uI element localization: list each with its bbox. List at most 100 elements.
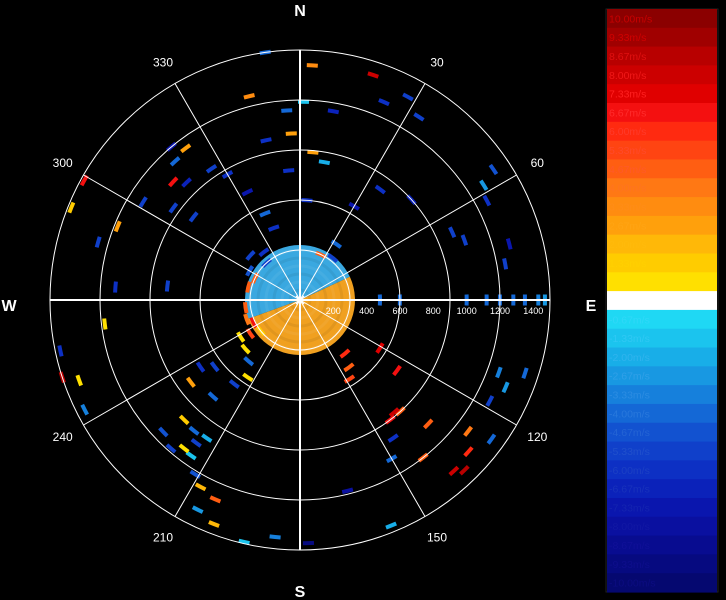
- echo-segment: [486, 433, 497, 445]
- echo-segment: [463, 425, 474, 437]
- bearing-tick-label: 60: [531, 156, 545, 170]
- echo-segment: [318, 159, 331, 166]
- colorbar-label: -7.33m/s: [609, 502, 650, 514]
- echo-segment: [228, 379, 240, 389]
- echo-segment: [80, 403, 89, 416]
- echo-segment: [327, 108, 340, 115]
- echo-segment: [178, 414, 190, 426]
- echo-segment: [402, 92, 414, 102]
- colorbar-label: -5.33m/s: [609, 446, 650, 458]
- echo-segment: [245, 250, 256, 261]
- echo-segment: [209, 361, 220, 373]
- echo-segment: [459, 464, 470, 476]
- colorbar-label: 6.67m/s: [609, 107, 646, 119]
- echo-segment: [75, 374, 83, 387]
- echo-segment: [392, 364, 402, 377]
- radial-spoke: [83, 299, 301, 426]
- echo-segment: [168, 202, 179, 214]
- radial-spoke: [174, 299, 301, 517]
- echo-segment: [190, 438, 202, 448]
- range-tick-label: 400: [359, 306, 374, 316]
- echo-segment: [306, 63, 318, 68]
- echo-segment: [482, 194, 492, 207]
- echo-segment: [243, 302, 249, 314]
- echo-segment: [243, 356, 255, 367]
- colorbar-label: -2.67m/s: [609, 371, 650, 383]
- echo-segment: [188, 211, 199, 223]
- echo-segment: [521, 367, 529, 379]
- colorbar-label: 2.67m/s: [609, 220, 646, 232]
- bearing-tick-label: 30: [430, 56, 444, 70]
- echo-segment: [178, 443, 190, 454]
- echo-segment: [387, 433, 399, 443]
- radial-spoke: [83, 174, 301, 301]
- colorbar-label: -8.00m/s: [609, 521, 650, 533]
- colorbar-label: -10.00m/s: [609, 578, 656, 590]
- range-tick-label: 1200: [490, 306, 510, 316]
- polar-area: 200 400 600 800 1000 1200 1400 30 60 120 150 210 24…: [1, 3, 596, 600]
- echo-segment: [201, 433, 213, 443]
- colorbar-label: 4.67m/s: [609, 164, 646, 176]
- echo-segment: [57, 345, 64, 357]
- velocity-colorbar: 10.00m/s 9.33m/s 8.67m/s 8.00m/s 7.33m/s 6.67…: [605, 8, 719, 593]
- colorbar-label: 3.33m/s: [609, 201, 646, 213]
- colorbar-label: -4.00m/s: [609, 408, 650, 420]
- echo-segment: [479, 179, 489, 191]
- echo-segment: [463, 446, 474, 458]
- colorbar-label: -9.33m/s: [609, 559, 650, 571]
- range-tick-label: 1400: [523, 306, 543, 316]
- range-tick-label: 1000: [457, 306, 477, 316]
- colorbar-label: 8.00m/s: [609, 70, 646, 82]
- echo-segment: [207, 391, 219, 402]
- echo-segment: [188, 425, 200, 436]
- echo-segment: [164, 280, 171, 292]
- colorbar-label: 1.33m/s: [609, 258, 646, 270]
- echo-segment: [194, 482, 207, 492]
- radial-spoke: [174, 83, 301, 301]
- echo-segment: [185, 450, 197, 461]
- echo-segment: [367, 71, 379, 79]
- radial-spoke: [299, 83, 426, 301]
- echo-segment: [191, 505, 204, 514]
- echo-segment: [269, 534, 281, 540]
- range-labels: 200 400 600 800 1000 1200 1400: [326, 306, 544, 316]
- bearing-tick-label: 240: [53, 430, 73, 444]
- compass-south-label: S: [295, 584, 306, 600]
- compass-north-label: N: [294, 3, 306, 20]
- echo-segment: [209, 495, 222, 504]
- echo-segment: [339, 348, 351, 359]
- bearing-tick-label: 150: [427, 530, 447, 544]
- colorbar-label: -2.00m/s: [609, 352, 650, 364]
- echo-segment: [485, 395, 495, 407]
- echo-segment: [185, 376, 196, 388]
- bearing-tick-label: 210: [153, 530, 173, 544]
- echo-segment: [208, 520, 220, 528]
- echo-segment: [260, 137, 272, 144]
- bearing-tick-label: 120: [527, 430, 547, 444]
- colorbar-label: 7.33m/s: [609, 89, 646, 101]
- echo-segment: [281, 108, 293, 113]
- echo-segment: [241, 187, 254, 197]
- echo-segment: [138, 196, 148, 208]
- echo-segment: [495, 366, 503, 379]
- echo-segment: [169, 156, 181, 167]
- colorbar-label: 10.00m/s: [609, 13, 652, 25]
- colorbar-label: -6.67m/s: [609, 484, 650, 496]
- colorbar-label: -3.33m/s: [609, 390, 650, 402]
- compass-west-label: W: [1, 298, 17, 315]
- range-tick-label: 200: [326, 306, 341, 316]
- radial-spoke: [299, 299, 426, 517]
- echo-segment: [205, 164, 218, 174]
- echo-segment: [167, 176, 179, 188]
- echo-segment: [378, 98, 390, 107]
- colorbar-label: 4.00m/s: [609, 183, 646, 195]
- echo-segment: [240, 343, 251, 355]
- colorbar-label: 0.67m/s: [609, 277, 646, 289]
- colorbar-label: 2.00m/s: [609, 239, 646, 251]
- echo-segment: [422, 418, 434, 430]
- echo-segment: [158, 426, 169, 438]
- colorbar-label: 9.33m/s: [609, 32, 646, 44]
- bearing-tick-label: 330: [153, 56, 173, 70]
- echo-segment: [448, 465, 460, 477]
- echo-segment: [180, 143, 192, 154]
